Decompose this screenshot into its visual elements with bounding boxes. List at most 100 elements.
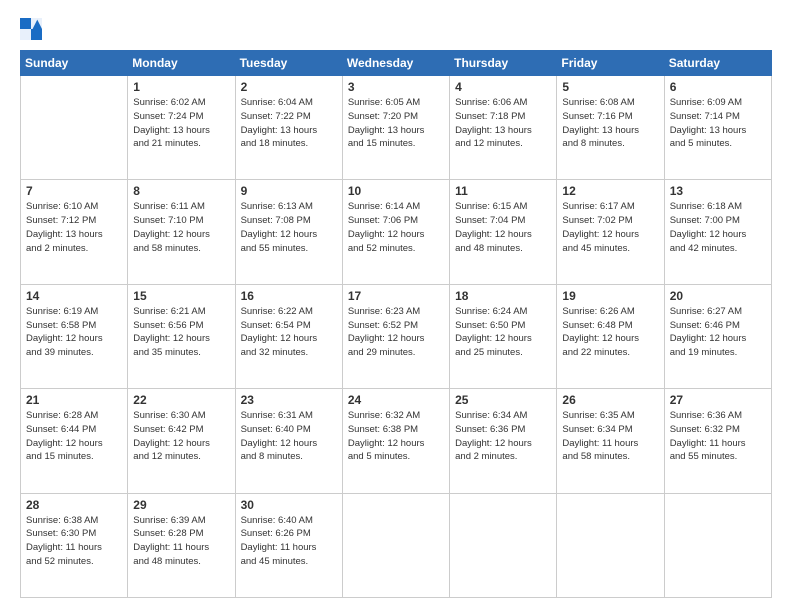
day-info: Sunrise: 6:35 AM Sunset: 6:34 PM Dayligh… xyxy=(562,409,658,464)
day-info: Sunrise: 6:31 AM Sunset: 6:40 PM Dayligh… xyxy=(241,409,337,464)
day-info: Sunrise: 6:27 AM Sunset: 6:46 PM Dayligh… xyxy=(670,305,766,360)
calendar-week-2: 7 Sunrise: 6:10 AM Sunset: 7:12 PM Daylig… xyxy=(21,180,772,284)
day-number: 16 xyxy=(241,289,337,303)
calendar-cell: 26 Sunrise: 6:35 AM Sunset: 6:34 PM Dayli… xyxy=(557,389,664,493)
calendar-table: SundayMondayTuesdayWednesdayThursdayFrid… xyxy=(20,50,772,598)
calendar-cell xyxy=(557,493,664,597)
day-number: 30 xyxy=(241,498,337,512)
calendar-cell: 18 Sunrise: 6:24 AM Sunset: 6:50 PM Dayli… xyxy=(450,284,557,388)
day-info: Sunrise: 6:24 AM Sunset: 6:50 PM Dayligh… xyxy=(455,305,551,360)
day-number: 8 xyxy=(133,184,229,198)
calendar-cell: 7 Sunrise: 6:10 AM Sunset: 7:12 PM Daylig… xyxy=(21,180,128,284)
calendar-cell: 11 Sunrise: 6:15 AM Sunset: 7:04 PM Dayli… xyxy=(450,180,557,284)
day-info: Sunrise: 6:11 AM Sunset: 7:10 PM Dayligh… xyxy=(133,200,229,255)
logo-icon xyxy=(20,18,42,40)
weekday-header-wednesday: Wednesday xyxy=(342,51,449,76)
calendar-cell: 25 Sunrise: 6:34 AM Sunset: 6:36 PM Dayli… xyxy=(450,389,557,493)
day-info: Sunrise: 6:04 AM Sunset: 7:22 PM Dayligh… xyxy=(241,96,337,151)
calendar-cell: 12 Sunrise: 6:17 AM Sunset: 7:02 PM Dayli… xyxy=(557,180,664,284)
weekday-header-saturday: Saturday xyxy=(664,51,771,76)
day-number: 5 xyxy=(562,80,658,94)
day-info: Sunrise: 6:18 AM Sunset: 7:00 PM Dayligh… xyxy=(670,200,766,255)
calendar-cell xyxy=(21,76,128,180)
day-number: 7 xyxy=(26,184,122,198)
calendar-cell: 5 Sunrise: 6:08 AM Sunset: 7:16 PM Daylig… xyxy=(557,76,664,180)
day-info: Sunrise: 6:23 AM Sunset: 6:52 PM Dayligh… xyxy=(348,305,444,360)
calendar-cell: 14 Sunrise: 6:19 AM Sunset: 6:58 PM Dayli… xyxy=(21,284,128,388)
calendar-week-3: 14 Sunrise: 6:19 AM Sunset: 6:58 PM Dayli… xyxy=(21,284,772,388)
calendar-week-5: 28 Sunrise: 6:38 AM Sunset: 6:30 PM Dayli… xyxy=(21,493,772,597)
calendar-cell: 22Sunrise: 6:30 AM Sunset: 6:42 PM Dayli… xyxy=(128,389,235,493)
calendar-cell: 1 Sunrise: 6:02 AM Sunset: 7:24 PM Daylig… xyxy=(128,76,235,180)
logo xyxy=(20,18,46,40)
calendar-week-4: 21Sunrise: 6:28 AM Sunset: 6:44 PM Dayli… xyxy=(21,389,772,493)
day-number: 20 xyxy=(670,289,766,303)
day-info: Sunrise: 6:09 AM Sunset: 7:14 PM Dayligh… xyxy=(670,96,766,151)
calendar-cell xyxy=(450,493,557,597)
day-number: 27 xyxy=(670,393,766,407)
calendar-cell: 29 Sunrise: 6:39 AM Sunset: 6:28 PM Dayli… xyxy=(128,493,235,597)
day-info: Sunrise: 6:19 AM Sunset: 6:58 PM Dayligh… xyxy=(26,305,122,360)
calendar-cell: 9 Sunrise: 6:13 AM Sunset: 7:08 PM Daylig… xyxy=(235,180,342,284)
calendar-cell: 19Sunrise: 6:26 AM Sunset: 6:48 PM Dayli… xyxy=(557,284,664,388)
day-number: 13 xyxy=(670,184,766,198)
day-number: 26 xyxy=(562,393,658,407)
day-info: Sunrise: 6:02 AM Sunset: 7:24 PM Dayligh… xyxy=(133,96,229,151)
calendar-cell: 16 Sunrise: 6:22 AM Sunset: 6:54 PM Dayli… xyxy=(235,284,342,388)
day-number: 21 xyxy=(26,393,122,407)
day-number: 9 xyxy=(241,184,337,198)
calendar-cell: 30 Sunrise: 6:40 AM Sunset: 6:26 PM Dayli… xyxy=(235,493,342,597)
day-number: 29 xyxy=(133,498,229,512)
weekday-header-tuesday: Tuesday xyxy=(235,51,342,76)
day-info: Sunrise: 6:21 AM Sunset: 6:56 PM Dayligh… xyxy=(133,305,229,360)
day-number: 11 xyxy=(455,184,551,198)
calendar-cell: 6 Sunrise: 6:09 AM Sunset: 7:14 PM Daylig… xyxy=(664,76,771,180)
day-info: Sunrise: 6:05 AM Sunset: 7:20 PM Dayligh… xyxy=(348,96,444,151)
weekday-header-monday: Monday xyxy=(128,51,235,76)
day-info: Sunrise: 6:39 AM Sunset: 6:28 PM Dayligh… xyxy=(133,514,229,569)
day-info: Sunrise: 6:13 AM Sunset: 7:08 PM Dayligh… xyxy=(241,200,337,255)
day-info: Sunrise: 6:34 AM Sunset: 6:36 PM Dayligh… xyxy=(455,409,551,464)
day-number: 14 xyxy=(26,289,122,303)
day-info: Sunrise: 6:22 AM Sunset: 6:54 PM Dayligh… xyxy=(241,305,337,360)
day-info: Sunrise: 6:17 AM Sunset: 7:02 PM Dayligh… xyxy=(562,200,658,255)
day-number: 1 xyxy=(133,80,229,94)
weekday-header-sunday: Sunday xyxy=(21,51,128,76)
calendar-cell xyxy=(664,493,771,597)
day-number: 10 xyxy=(348,184,444,198)
day-info: Sunrise: 6:15 AM Sunset: 7:04 PM Dayligh… xyxy=(455,200,551,255)
day-info: Sunrise: 6:38 AM Sunset: 6:30 PM Dayligh… xyxy=(26,514,122,569)
header xyxy=(20,18,772,40)
calendar-cell: 8 Sunrise: 6:11 AM Sunset: 7:10 PM Daylig… xyxy=(128,180,235,284)
day-number: 25 xyxy=(455,393,551,407)
day-number: 2 xyxy=(241,80,337,94)
day-info: Sunrise: 6:32 AM Sunset: 6:38 PM Dayligh… xyxy=(348,409,444,464)
day-number: 3 xyxy=(348,80,444,94)
calendar-cell: 28 Sunrise: 6:38 AM Sunset: 6:30 PM Dayli… xyxy=(21,493,128,597)
day-info: Sunrise: 6:40 AM Sunset: 6:26 PM Dayligh… xyxy=(241,514,337,569)
day-number: 18 xyxy=(455,289,551,303)
day-number: 15 xyxy=(133,289,229,303)
day-number: 6 xyxy=(670,80,766,94)
day-number: 17 xyxy=(348,289,444,303)
calendar-cell: 24Sunrise: 6:32 AM Sunset: 6:38 PM Dayli… xyxy=(342,389,449,493)
day-number: 28 xyxy=(26,498,122,512)
day-info: Sunrise: 6:14 AM Sunset: 7:06 PM Dayligh… xyxy=(348,200,444,255)
day-info: Sunrise: 6:10 AM Sunset: 7:12 PM Dayligh… xyxy=(26,200,122,255)
day-number: 23 xyxy=(241,393,337,407)
day-info: Sunrise: 6:26 AM Sunset: 6:48 PM Dayligh… xyxy=(562,305,658,360)
day-number: 4 xyxy=(455,80,551,94)
calendar-cell: 15 Sunrise: 6:21 AM Sunset: 6:56 PM Dayli… xyxy=(128,284,235,388)
calendar-cell: 23 Sunrise: 6:31 AM Sunset: 6:40 PM Dayli… xyxy=(235,389,342,493)
weekday-header-friday: Friday xyxy=(557,51,664,76)
calendar-cell: 2 Sunrise: 6:04 AM Sunset: 7:22 PM Daylig… xyxy=(235,76,342,180)
calendar-cell: 13 Sunrise: 6:18 AM Sunset: 7:00 PM Dayli… xyxy=(664,180,771,284)
day-info: Sunrise: 6:08 AM Sunset: 7:16 PM Dayligh… xyxy=(562,96,658,151)
day-info: Sunrise: 6:36 AM Sunset: 6:32 PM Dayligh… xyxy=(670,409,766,464)
weekday-header-thursday: Thursday xyxy=(450,51,557,76)
weekday-header-row: SundayMondayTuesdayWednesdayThursdayFrid… xyxy=(21,51,772,76)
calendar-page: SundayMondayTuesdayWednesdayThursdayFrid… xyxy=(0,0,792,612)
calendar-cell: 20 Sunrise: 6:27 AM Sunset: 6:46 PM Dayli… xyxy=(664,284,771,388)
calendar-cell: 27 Sunrise: 6:36 AM Sunset: 6:32 PM Dayli… xyxy=(664,389,771,493)
day-number: 12 xyxy=(562,184,658,198)
